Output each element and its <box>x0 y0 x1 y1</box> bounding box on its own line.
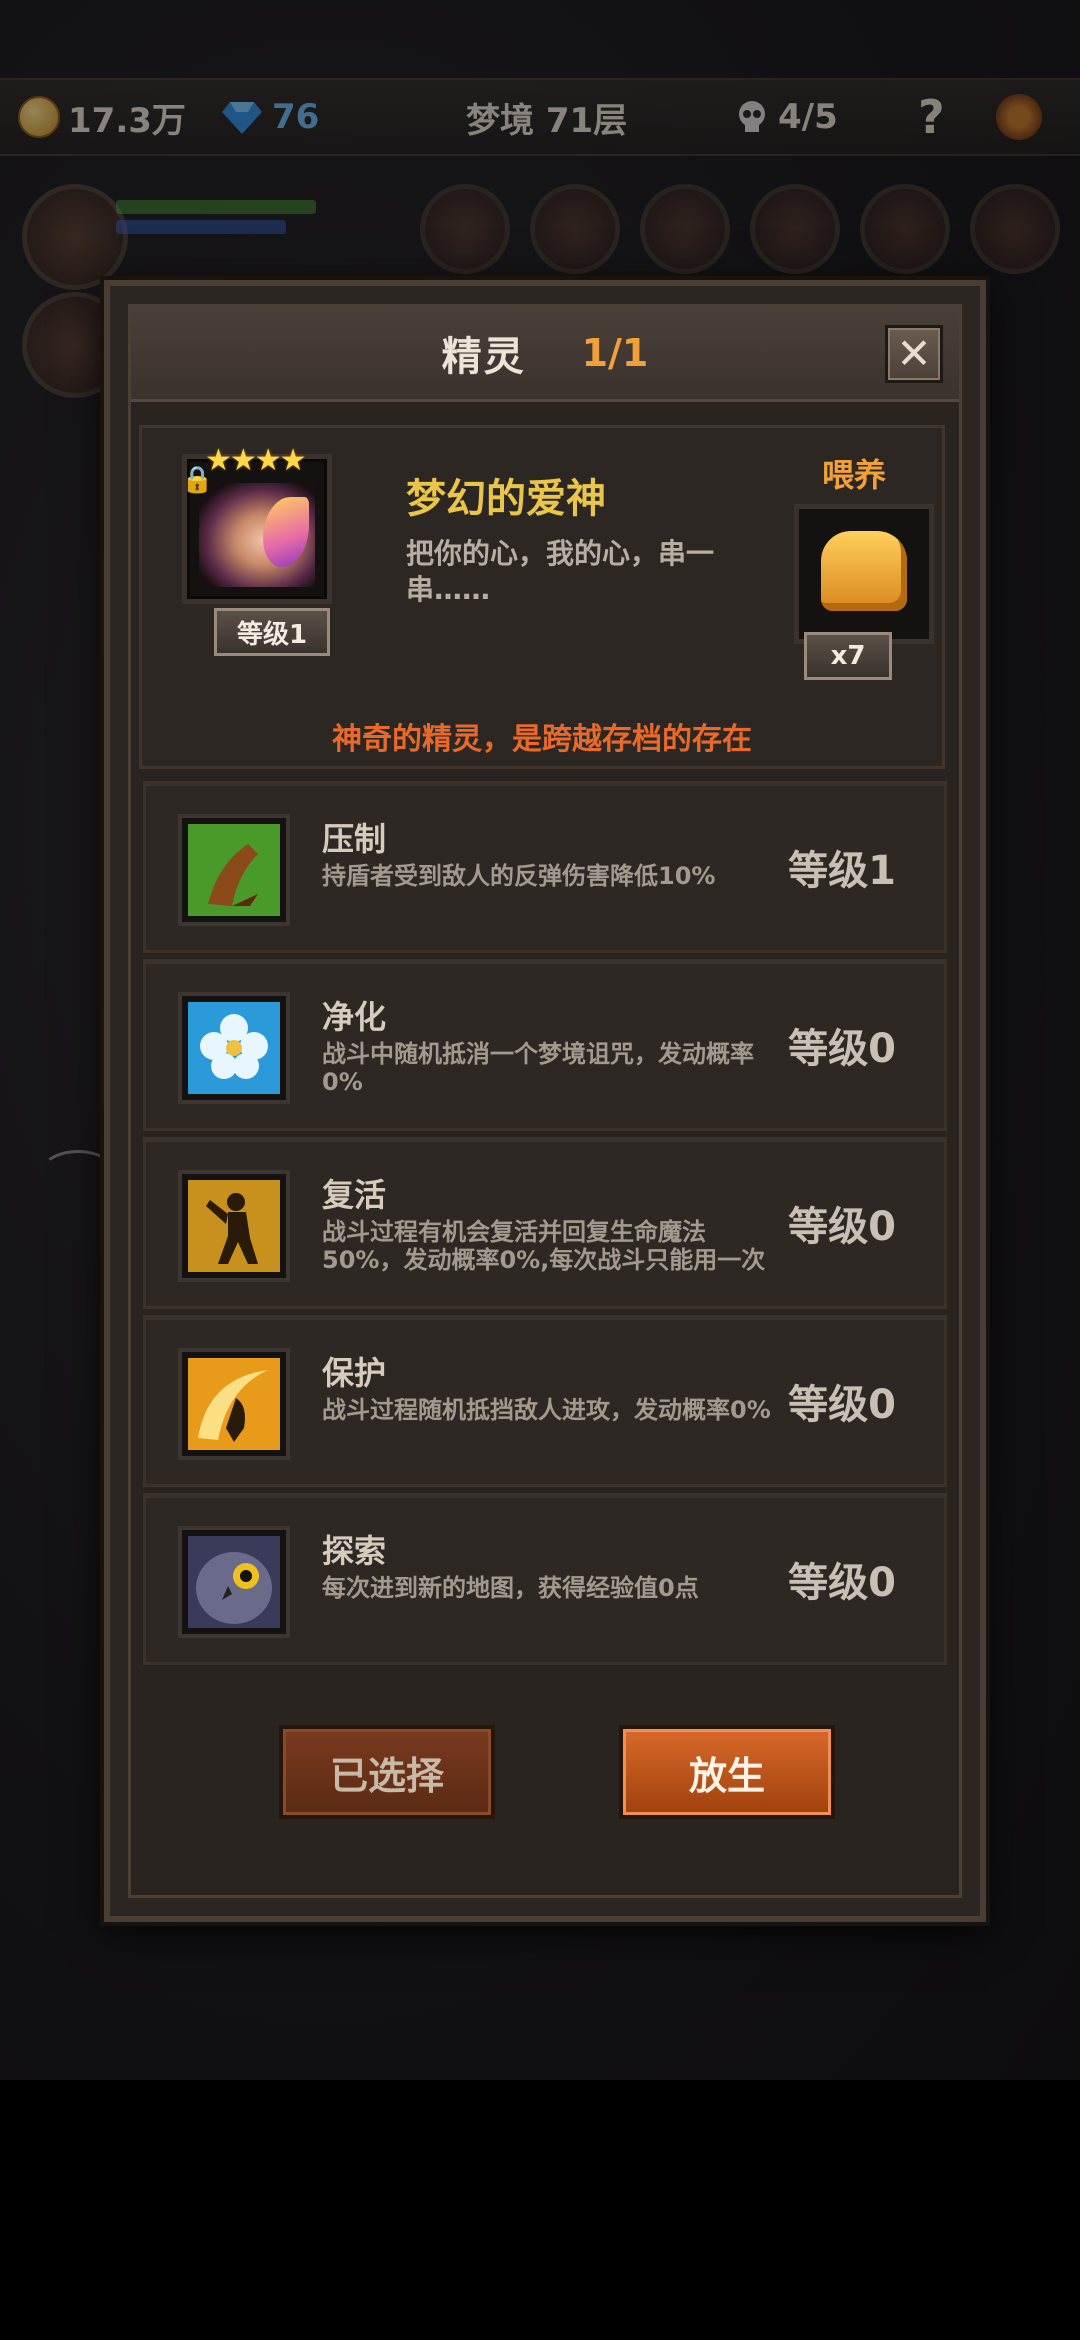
skill-level: 等级0 <box>788 1560 896 1606</box>
star-rating: ★★★★ <box>205 443 307 478</box>
gem-display: 76 <box>222 80 319 154</box>
gear-icon <box>996 94 1042 140</box>
dialog-title: 精灵 <box>441 334 526 380</box>
bread-icon <box>821 531 907 611</box>
skill-row-explore[interactable]: 探索 每次进到新的地图，获得经验值0点 等级0 <box>143 1493 947 1665</box>
hero-portrait[interactable] <box>22 184 128 290</box>
skill-row-suppress[interactable]: 压制 持盾者受到敌人的反弹伤害降低10% 等级1 <box>143 781 947 953</box>
sprite-portrait <box>199 483 315 587</box>
claw-icon <box>188 824 280 916</box>
skill-icon-frame <box>178 1170 290 1282</box>
settings-button[interactable] <box>996 80 1042 154</box>
sprite-dialog: 精灵 1/1 ✕ 🔒 ★★★★ 等级1 梦幻的爱神 把你的心，我的心，串一串……… <box>104 280 986 1922</box>
skill-name: 探索 <box>322 1532 387 1570</box>
skill-level: 等级0 <box>788 1382 896 1428</box>
item-slot[interactable] <box>530 184 620 274</box>
sprite-note: 神奇的精灵，是跨越存档的存在 <box>332 722 752 757</box>
sprite-portrait-frame[interactable]: 🔒 ★★★★ <box>181 443 332 604</box>
item-slot[interactable] <box>420 184 510 274</box>
skill-icon-frame <box>178 1348 290 1460</box>
skill-icon-frame <box>178 992 290 1104</box>
owl-icon <box>188 1536 280 1628</box>
skill-description: 战斗过程随机抵挡敌人进攻，发动概率0% <box>322 1396 771 1424</box>
sprite-count: 1/1 <box>581 331 649 375</box>
feed-button[interactable] <box>794 504 934 644</box>
help-button[interactable]: ? <box>918 80 945 154</box>
feed-label: 喂养 <box>822 456 887 494</box>
item-slot[interactable] <box>970 184 1060 274</box>
skill-name: 净化 <box>322 998 387 1036</box>
skill-row-purify[interactable]: 净化 战斗中随机抵消一个梦境诅咒，发动概率0% 等级0 <box>143 959 947 1131</box>
skull-icon <box>739 101 765 132</box>
item-slot[interactable] <box>750 184 840 274</box>
skill-description: 每次进到新的地图，获得经验值0点 <box>322 1574 699 1602</box>
flower-icon <box>188 1002 280 1094</box>
release-button[interactable]: 放生 <box>619 1725 835 1819</box>
skill-level: 等级0 <box>788 1026 896 1072</box>
revive-figure-icon <box>188 1180 280 1272</box>
sprite-dialog-body: 精灵 1/1 ✕ 🔒 ★★★★ 等级1 梦幻的爱神 把你的心，我的心，串一串……… <box>128 304 962 1898</box>
skull-display: 4/5 <box>734 80 838 154</box>
skill-name: 复活 <box>322 1176 387 1214</box>
skill-icon-frame <box>178 1526 290 1638</box>
close-button[interactable]: ✕ <box>885 325 943 383</box>
skill-name: 压制 <box>322 820 387 858</box>
gem-icon <box>222 102 262 134</box>
gold-display: 17.3万 <box>18 80 186 154</box>
gold-amount: 17.3万 <box>68 100 186 141</box>
skill-description: 战斗过程有机会复活并回复生命魔法50%，发动概率0%,每次战斗只能用一次 <box>322 1218 766 1274</box>
skill-icon-frame <box>178 814 290 926</box>
dialog-title-bar: 精灵 1/1 ✕ <box>131 307 959 402</box>
lock-icon[interactable]: 🔒 <box>181 465 213 495</box>
skill-level: 等级1 <box>788 848 896 894</box>
wing-icon <box>263 497 309 567</box>
sprite-info-panel: 🔒 ★★★★ 等级1 梦幻的爱神 把你的心，我的心，串一串…… 喂养 x7 神奇… <box>139 425 945 769</box>
sprite-level-badge: 等级1 <box>214 608 330 656</box>
resource-bar: 17.3万 76 梦境 71层 4/5 ? <box>0 78 1080 156</box>
bottom-letterbox <box>0 2080 1080 2340</box>
skull-count: 4/5 <box>778 97 838 137</box>
coin-icon <box>18 96 60 138</box>
shield-swirl-icon <box>188 1358 280 1450</box>
skill-row-protect[interactable]: 保护 战斗过程随机抵挡敌人进攻，发动概率0% 等级0 <box>143 1315 947 1487</box>
item-slot[interactable] <box>640 184 730 274</box>
sprite-name: 梦幻的爱神 <box>406 476 606 522</box>
skill-row-revive[interactable]: 复活 战斗过程有机会复活并回复生命魔法50%，发动概率0%,每次战斗只能用一次 … <box>143 1137 947 1309</box>
dungeon-floor: 梦境 71层 <box>466 100 628 141</box>
skill-level: 等级0 <box>788 1204 896 1250</box>
selected-button[interactable]: 已选择 <box>279 1725 495 1819</box>
item-slot[interactable] <box>860 184 950 274</box>
hero-hp-bar <box>116 200 316 214</box>
skill-description: 持盾者受到敌人的反弹伤害降低10% <box>322 862 716 890</box>
sprite-description: 把你的心，我的心，串一串…… <box>406 537 715 606</box>
bread-count: x7 <box>804 632 892 680</box>
skill-name: 保护 <box>322 1354 387 1392</box>
skill-description: 战斗中随机抵消一个梦境诅咒，发动概率0% <box>322 1040 754 1096</box>
gem-amount: 76 <box>272 97 320 137</box>
hero-mp-bar <box>116 220 286 234</box>
